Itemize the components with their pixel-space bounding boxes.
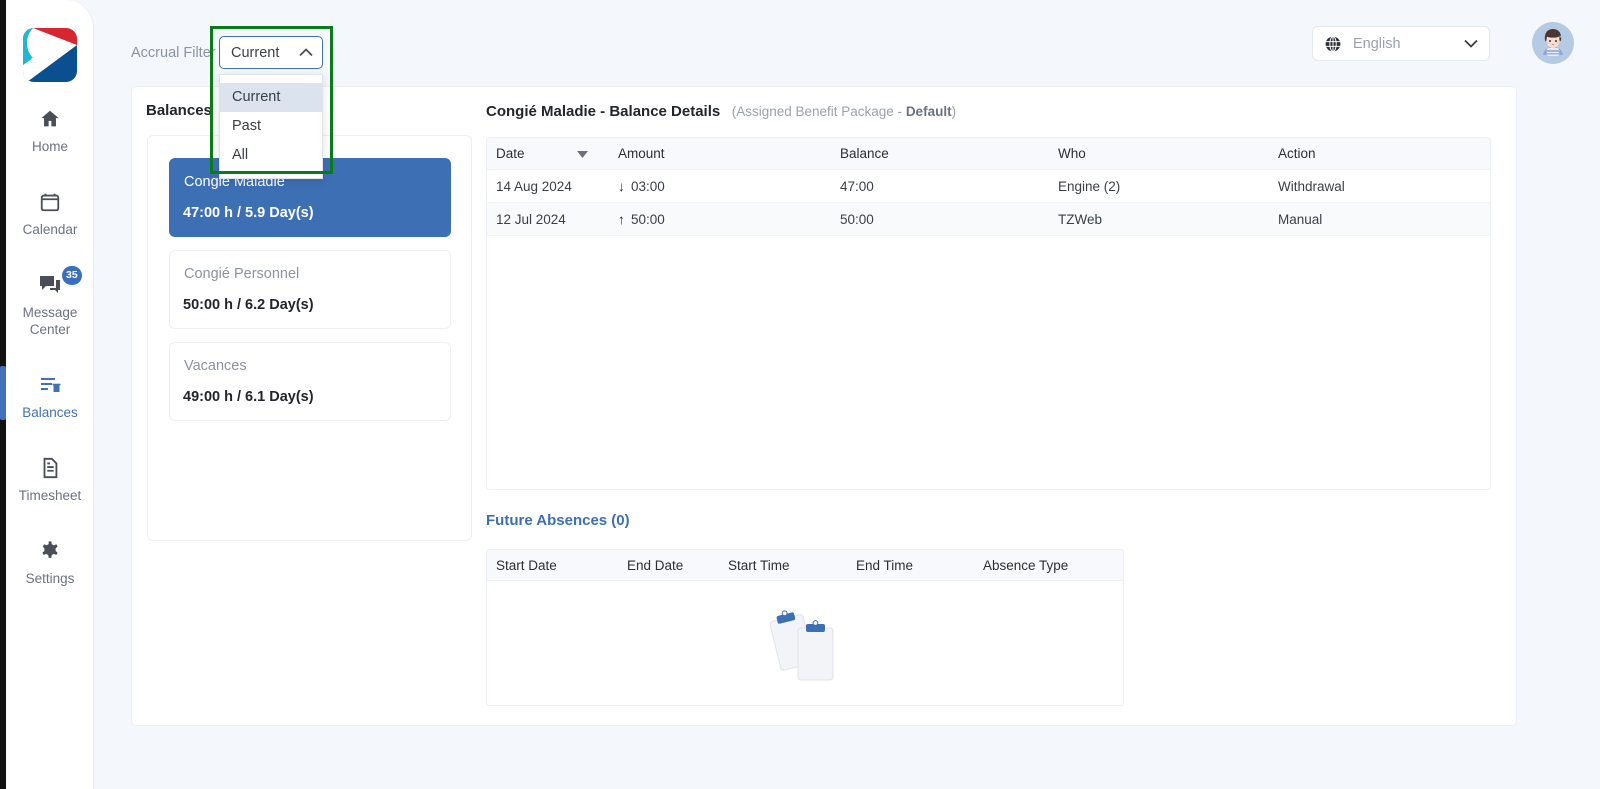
cell-who: Engine (2) — [1058, 178, 1121, 194]
table-row[interactable]: 12 Jul 2024 ↑ 50:00 50:00 TZWeb Manual — [487, 203, 1490, 236]
balance-card-value: 47:00 h / 5.9 Day(s) — [183, 205, 314, 221]
app-root: Home Calendar 35 Message Center Balances… — [0, 0, 1600, 789]
user-avatar[interactable] — [1532, 22, 1574, 64]
sidebar-item-label: Settings — [25, 571, 75, 586]
balance-card-conge-personnel[interactable]: Congié Personnel 50:00 h / 6.2 Day(s) — [169, 250, 451, 329]
sidebar-item-label: Balances — [22, 405, 78, 420]
globe-icon — [1324, 35, 1342, 53]
sidebar-item-label: Timesheet — [18, 488, 82, 503]
sidebar-item-label: Calendar — [22, 222, 78, 237]
calendar-icon — [6, 189, 94, 215]
sidebar-item-balances[interactable]: Balances — [0, 362, 94, 431]
balance-details-header: Congié Maladie - Balance Details (Assign… — [486, 103, 956, 121]
sidebar-item-settings[interactable]: Settings — [6, 528, 94, 597]
subtitle-value: Default — [905, 104, 952, 119]
empty-state — [487, 581, 1123, 705]
chevron-down-icon — [1464, 35, 1478, 53]
balance-card-name: Congié Personnel — [184, 266, 300, 282]
sidebar: Home Calendar 35 Message Center Balances… — [0, 0, 94, 789]
sidebar-nav: Home Calendar 35 Message Center Balances… — [0, 96, 94, 611]
table-header-row: Date Amount Balance Who Action — [487, 138, 1490, 170]
cell-balance: 50:00 — [840, 211, 874, 227]
main-content-card: Balances Congié Maladie 47:00 h / 5.9 Da… — [131, 86, 1517, 726]
table-header-row: Start Date End Date Start Time End Time … — [487, 550, 1123, 581]
column-header-start-time[interactable]: Start Time — [719, 558, 847, 573]
column-header-who[interactable]: Who — [1049, 146, 1269, 161]
cell-balance: 47:00 — [840, 178, 874, 194]
balances-icon — [6, 372, 94, 398]
language-select[interactable]: English — [1312, 26, 1490, 61]
message-count-badge: 35 — [62, 266, 82, 285]
sidebar-item-calendar[interactable]: Calendar — [6, 179, 94, 248]
cell-action: Withdrawal — [1278, 178, 1345, 194]
subtitle-suffix: ) — [951, 104, 957, 119]
balance-details-table: Date Amount Balance Who Action 14 Aug 20… — [486, 137, 1491, 490]
chevron-up-icon — [299, 44, 313, 62]
app-logo-mark — [22, 28, 77, 82]
cell-amount: ↑ 50:00 — [609, 212, 831, 227]
accrual-filter-option-all[interactable]: All — [220, 141, 322, 170]
column-header-amount[interactable]: Amount — [609, 146, 831, 161]
cell-amount-value: 03:00 — [631, 178, 665, 194]
future-absences-table: Start Date End Date Start Time End Time … — [486, 549, 1124, 706]
sidebar-item-label: Message Center — [22, 305, 78, 337]
accrual-filter-label: Accrual Filter — [131, 45, 216, 61]
sidebar-item-message-center[interactable]: 35 Message Center — [6, 262, 94, 348]
home-icon — [6, 106, 94, 132]
timesheet-icon — [6, 455, 94, 481]
accrual-filter-select[interactable]: Current — [219, 36, 323, 69]
gear-icon — [6, 538, 94, 564]
accrual-filter-control: Current Current Past All — [210, 26, 333, 179]
cell-date: 14 Aug 2024 — [496, 178, 572, 194]
cell-amount-value: 50:00 — [631, 211, 665, 227]
column-header-end-date[interactable]: End Date — [618, 558, 719, 573]
accrual-filter-option-current[interactable]: Current — [220, 83, 322, 112]
balance-card-value: 49:00 h / 6.1 Day(s) — [183, 389, 314, 405]
column-header-action[interactable]: Action — [1269, 146, 1489, 161]
cell-amount: ↓ 03:00 — [609, 179, 831, 194]
arrow-up-icon: ↑ — [618, 211, 625, 227]
column-header-label: Date — [496, 146, 525, 161]
subtitle-prefix: (Assigned Benefit Package - — [731, 104, 906, 119]
empty-clipboards-illustration — [769, 610, 834, 681]
topbar: Accrual Filter Current Current Past All — [95, 0, 1600, 179]
accrual-filter-option-past[interactable]: Past — [220, 112, 322, 141]
balance-card-name: Vacances — [184, 358, 247, 374]
sidebar-item-home[interactable]: Home — [6, 96, 94, 165]
future-absences-title: Future Absences (0) — [486, 512, 630, 529]
balances-list-panel: Congié Maladie 47:00 h / 5.9 Day(s) Cong… — [147, 135, 472, 541]
avatar-illustration — [1532, 22, 1574, 64]
language-value: English — [1353, 35, 1401, 52]
accrual-filter-dropdown[interactable]: Current Past All — [219, 74, 323, 179]
cell-date: 12 Jul 2024 — [496, 211, 566, 227]
cell-who: TZWeb — [1058, 211, 1103, 227]
balance-card-value: 50:00 h / 6.2 Day(s) — [183, 297, 314, 313]
table-row[interactable]: 14 Aug 2024 ↓ 03:00 47:00 Engine (2) With… — [487, 170, 1490, 203]
column-header-absence-type[interactable]: Absence Type — [974, 558, 1114, 573]
sort-descending-caret-icon[interactable] — [576, 146, 588, 161]
sidebar-item-timesheet[interactable]: Timesheet — [6, 445, 94, 514]
cell-action: Manual — [1278, 211, 1323, 227]
balances-panel-title: Balances — [146, 102, 212, 119]
balance-details-subtitle: (Assigned Benefit Package - Default) — [732, 104, 956, 119]
column-header-end-time[interactable]: End Time — [847, 558, 974, 573]
accrual-filter-value: Current — [231, 44, 280, 61]
column-header-balance[interactable]: Balance — [831, 146, 1049, 161]
balance-details-title: Congié Maladie - Balance Details — [486, 103, 721, 120]
arrow-down-icon: ↓ — [618, 178, 625, 194]
app-logo-svg — [22, 28, 77, 82]
balance-card-vacances[interactable]: Vacances 49:00 h / 6.1 Day(s) — [169, 342, 451, 421]
active-indicator — [0, 366, 6, 420]
sidebar-item-label: Home — [31, 139, 68, 154]
column-header-date[interactable]: Date — [487, 146, 609, 161]
column-header-start-date[interactable]: Start Date — [487, 558, 618, 573]
app-logo[interactable] — [22, 28, 77, 82]
